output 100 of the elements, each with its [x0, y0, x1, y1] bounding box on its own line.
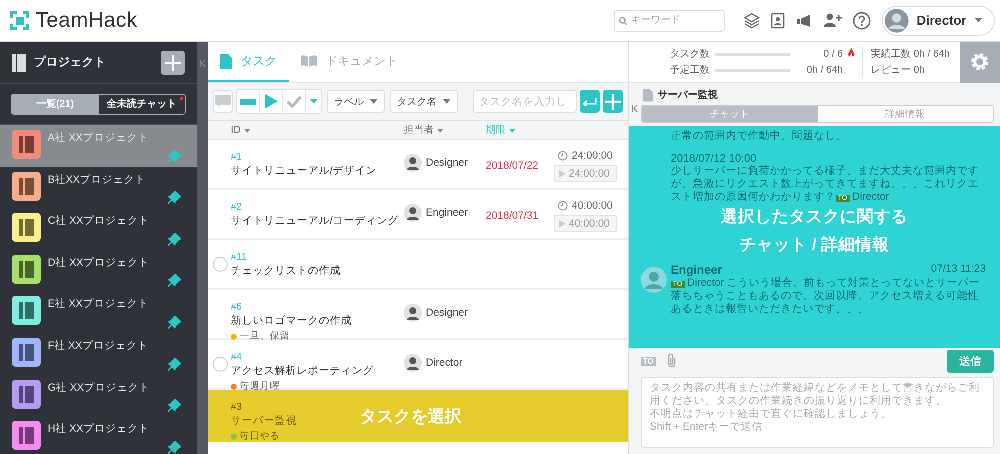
task-id: #2 [231, 202, 242, 213]
settings-button[interactable] [960, 42, 1000, 82]
message-input[interactable]: タスク内容の共有または作業経緯などをメモとして書きながらご利用ください。タスクの作業続きの振り返りに利用できます。 不明点はチャット経由で直ぐに確認しましょう。 Shift + Enterキーで送信 [641, 377, 994, 448]
project-item[interactable]: C社 XXプロジェクト [0, 208, 197, 250]
settings-icon [970, 52, 990, 72]
task-id: #3 [231, 402, 242, 413]
task-row[interactable]: #3 サーバー監視 毎日やる タスクを選択 [208, 390, 628, 440]
callout-text: チャット / 詳細情報 [740, 235, 890, 256]
document-icon [643, 88, 653, 102]
play-icon [559, 170, 566, 178]
avatar-icon [404, 204, 422, 222]
project-name: B社XXプロジェクト [48, 172, 146, 187]
add-project-button[interactable] [161, 50, 185, 74]
project-item[interactable]: H社 XXプロジェクト [0, 416, 197, 454]
avatar-icon [885, 8, 909, 34]
collapse-icon[interactable] [632, 105, 638, 112]
caret-icon [370, 99, 378, 104]
stat-total: 実績工数 0h / 64h [871, 48, 950, 61]
task-title: サイトリニューアル/コーディング [231, 214, 399, 228]
task-checkbox[interactable] [213, 356, 228, 372]
project-item[interactable]: G社 XXプロジェクト [0, 374, 197, 416]
message-author: Engineer [671, 262, 722, 276]
return-icon [583, 98, 598, 106]
paperclip-icon[interactable] [666, 353, 678, 369]
add-user-icon[interactable] [824, 13, 842, 28]
task-row[interactable]: #2 サイトリニューアル/コーディング Engineer 2018/07/31 40:00:00 40:00:00 [208, 190, 628, 240]
time-estimate: 40:00:00 [554, 200, 617, 212]
task-title: チェックリストの作成 [231, 264, 341, 278]
logo-text: TeamHack [36, 8, 138, 32]
pin-icon[interactable] [168, 316, 181, 329]
plus-icon [165, 54, 181, 70]
sort-caret-icon [244, 128, 251, 132]
task-title: サーバー監視 [231, 414, 297, 428]
stat-total: レビュー 0h [871, 64, 926, 77]
avatar-icon [404, 304, 422, 322]
search-field[interactable]: キーワード [614, 10, 725, 32]
assignee-name: Engineer [426, 207, 468, 219]
mention: Director [688, 276, 724, 288]
sort-caret-icon [436, 129, 444, 133]
pin-icon[interactable] [168, 399, 181, 412]
task-label: 毎週月曜 [231, 380, 280, 393]
task-checkbox[interactable] [213, 256, 228, 272]
task-row[interactable]: #6 新しいロゴマークの作成 一旦、保留 Designer [208, 290, 628, 340]
play-icon [264, 94, 278, 109]
caret-icon [443, 99, 452, 104]
assignee-name: Designer [426, 307, 468, 319]
label-filter[interactable]: ラベル [327, 90, 386, 113]
project-name: H社 XXプロジェクト [48, 422, 150, 436]
caret-icon [310, 99, 318, 104]
clock-icon [558, 201, 568, 211]
pin-icon[interactable] [168, 191, 181, 204]
name-filter[interactable]: タスク名 [390, 90, 458, 113]
search-icon [619, 16, 628, 26]
message-text: 正常の範囲内で作動中。問題なし。 [671, 130, 848, 144]
project-name: E社 XXプロジェクト [48, 297, 149, 312]
check-icon [286, 96, 302, 108]
document-icon [220, 54, 232, 68]
enter-button[interactable] [580, 90, 600, 113]
project-item[interactable]: D社 XXプロジェクト [0, 250, 197, 292]
plus-icon [605, 94, 622, 110]
project-name: C社 XXプロジェクト [48, 214, 150, 228]
pin-icon[interactable] [168, 232, 181, 246]
project-name: D社 XXプロジェクト [48, 256, 150, 270]
avatar-icon [404, 154, 422, 172]
project-item[interactable]: F社 XXプロジェクト [0, 332, 197, 375]
stat-label: 予定工数 [669, 64, 710, 77]
due-date: 2018/07/31 [486, 210, 539, 222]
task-id: #6 [231, 302, 242, 313]
column-header[interactable]: ID [231, 124, 404, 136]
minus-button[interactable] [237, 90, 260, 113]
task-title: サーバー監視 [658, 88, 718, 102]
task-id: #11 [231, 252, 247, 263]
task-row[interactable]: #1 サイトリニューアル/デザイン Designer 2018/07/22 24:00:00 24:00:00 [208, 140, 628, 190]
clock-icon [558, 151, 568, 161]
add-task-button[interactable] [603, 90, 623, 113]
project-name: F社 XXプロジェクト [48, 338, 148, 353]
pin-icon[interactable] [168, 358, 181, 371]
contact-card-icon[interactable] [771, 12, 785, 28]
stat-value: 0h / 64h [806, 64, 844, 76]
help-icon[interactable] [853, 12, 871, 30]
collapse-icon[interactable] [200, 60, 206, 67]
project-item[interactable]: B社XXプロジェクト [0, 166, 197, 208]
task-label: 一旦、保留 [231, 330, 290, 343]
pin-icon[interactable] [168, 274, 181, 288]
project-item[interactable]: E社 XXプロジェクト [0, 291, 197, 333]
megaphone-icon[interactable] [796, 14, 813, 28]
task-id: #1 [231, 152, 242, 163]
task-search-field[interactable]: タスク名を入力し [473, 90, 578, 113]
pin-icon[interactable] [168, 440, 181, 454]
assignee-name: Designer [426, 157, 468, 169]
task-row[interactable]: #11 チェックリストの作成 [208, 240, 628, 290]
column-header[interactable]: 担当者 [404, 123, 486, 137]
layers-icon[interactable] [744, 12, 760, 28]
stat-label: タスク数 [669, 48, 710, 61]
task-id: #4 [231, 352, 242, 363]
assignee-name: Director [426, 357, 463, 369]
user-menu[interactable]: Director [882, 6, 995, 36]
callout-text: 選択したタスクに関する [721, 207, 908, 228]
stat-value: 0 / 6 [822, 48, 844, 60]
caret-icon [974, 18, 982, 23]
